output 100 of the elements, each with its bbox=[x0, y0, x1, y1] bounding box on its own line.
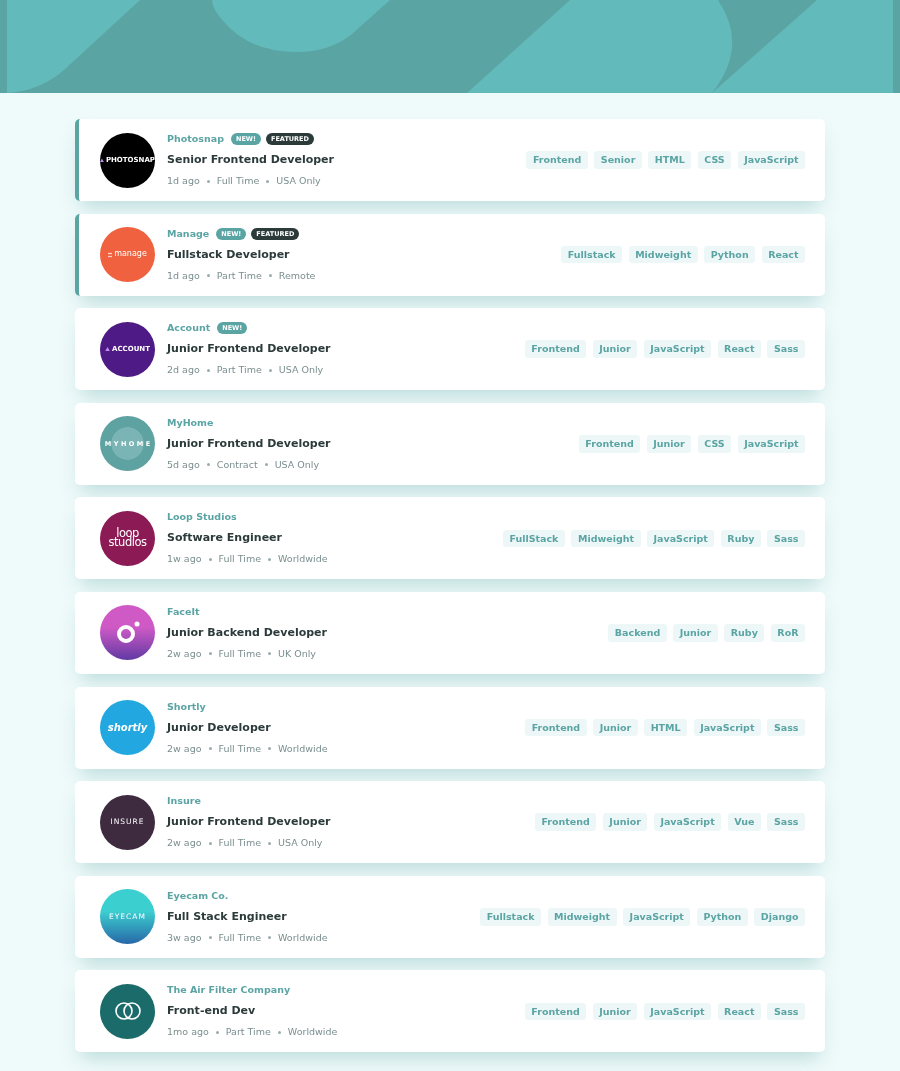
filter-tag[interactable]: Junior bbox=[592, 340, 638, 358]
filter-tag[interactable]: JavaScript bbox=[643, 340, 712, 358]
filter-tag[interactable]: Ruby bbox=[720, 529, 761, 548]
company-name: The Air Filter Company bbox=[167, 983, 291, 998]
job-title: Junior Frontend Developer bbox=[167, 435, 331, 452]
filter-tag[interactable]: Sass bbox=[767, 813, 805, 831]
ring-icon bbox=[115, 620, 140, 645]
filter-tag[interactable]: Junior bbox=[602, 813, 648, 831]
posted-time: 2w ago bbox=[167, 646, 202, 661]
job-location: Remote bbox=[278, 268, 316, 283]
filter-tag[interactable]: JavaScript bbox=[737, 151, 805, 169]
logo-wordmark: shortly bbox=[107, 722, 148, 733]
job-title: Software Engineer bbox=[167, 530, 283, 547]
contract-type: Full Time bbox=[218, 741, 261, 756]
filter-tag[interactable]: Python bbox=[696, 908, 748, 926]
filter-tag[interactable]: RoR bbox=[770, 624, 805, 642]
filter-tag[interactable]: Fullstack bbox=[480, 908, 541, 926]
job-location: Worldwide bbox=[278, 741, 328, 756]
filter-tag[interactable]: Frontend bbox=[525, 718, 587, 737]
company-name: Shortly bbox=[167, 699, 206, 714]
posted-time: 1w ago bbox=[167, 552, 202, 567]
job-location: USA Only bbox=[274, 457, 320, 472]
filter-tag[interactable]: Frontend bbox=[534, 813, 597, 831]
contract-type: Full Time bbox=[218, 836, 261, 851]
posted-time: 2d ago bbox=[167, 363, 200, 378]
job-location: Worldwide bbox=[287, 1025, 338, 1040]
filter-tag[interactable]: Frontend bbox=[524, 340, 587, 358]
contract-type: Part Time bbox=[225, 1025, 271, 1040]
company-name: Photosnap bbox=[167, 132, 224, 146]
filter-tag[interactable]: React bbox=[761, 245, 805, 264]
job-title: Junior Frontend Developer bbox=[167, 814, 331, 831]
filter-tag[interactable]: HTML bbox=[648, 151, 692, 169]
job-location: USA Only bbox=[276, 174, 321, 188]
filter-tag[interactable]: Sass bbox=[767, 1002, 805, 1021]
filter-tag[interactable]: Junior bbox=[593, 718, 638, 737]
filter-tag[interactable]: JavaScript bbox=[693, 718, 761, 737]
filter-tag[interactable]: Junior bbox=[673, 624, 718, 642]
filter-tag[interactable]: Senior bbox=[594, 151, 642, 169]
filter-tag[interactable]: Django bbox=[754, 908, 805, 926]
filter-tag[interactable]: JavaScript bbox=[737, 435, 805, 453]
filter-tag[interactable]: Backend bbox=[608, 624, 667, 642]
filter-tag[interactable]: Sass bbox=[767, 718, 805, 737]
job-location: Worldwide bbox=[278, 930, 328, 945]
dots-icon bbox=[108, 251, 113, 258]
job-location: USA Only bbox=[278, 836, 323, 851]
filter-tag[interactable]: Sass bbox=[767, 529, 805, 548]
contract-type: Part Time bbox=[216, 363, 262, 378]
job-title: Junior Developer bbox=[167, 719, 272, 736]
job-title: Senior Frontend Developer bbox=[167, 152, 334, 168]
company-name: Insure bbox=[167, 794, 201, 809]
job-title: Front-end Dev bbox=[167, 1003, 257, 1020]
filter-tag[interactable]: Midweight bbox=[571, 529, 641, 548]
filter-tag[interactable]: FullStack bbox=[502, 529, 565, 548]
contract-type: Part Time bbox=[216, 268, 262, 283]
filter-tag[interactable]: Junior bbox=[646, 435, 692, 453]
filter-tag[interactable]: Fullstack bbox=[561, 245, 623, 264]
filter-tag[interactable]: JavaScript bbox=[653, 813, 722, 831]
job-title: Full Stack Engineer bbox=[167, 908, 288, 925]
company-name: Manage bbox=[167, 226, 210, 241]
filter-tag[interactable]: JavaScript bbox=[643, 1002, 712, 1021]
filter-tag[interactable]: Frontend bbox=[526, 151, 588, 169]
contract-type: Full Time bbox=[216, 174, 260, 188]
posted-time: 1d ago bbox=[167, 174, 200, 188]
posted-time: 5d ago bbox=[167, 457, 200, 472]
posted-time: 3w ago bbox=[167, 930, 202, 945]
filter-tag[interactable]: Frontend bbox=[524, 1002, 587, 1021]
filter-tag[interactable]: JavaScript bbox=[647, 529, 715, 548]
filter-tag[interactable]: Midweight bbox=[628, 245, 698, 264]
company-name: FaceIt bbox=[167, 604, 200, 619]
posted-time: 1d ago bbox=[167, 268, 200, 283]
contract-type: Contract bbox=[216, 457, 258, 472]
filter-tag[interactable]: Frontend bbox=[578, 435, 641, 453]
job-title: Junior Frontend Developer bbox=[167, 341, 331, 358]
contract-type: Full Time bbox=[218, 552, 261, 567]
logo-wordmark: manage bbox=[114, 250, 147, 260]
filter-tag[interactable]: CSS bbox=[697, 435, 732, 453]
company-name: Eyecam Co. bbox=[167, 888, 229, 903]
filter-tag[interactable]: React bbox=[717, 1002, 761, 1021]
filter-tag[interactable]: JavaScript bbox=[623, 908, 691, 926]
filter-tag[interactable]: HTML bbox=[644, 718, 688, 737]
filter-tag[interactable]: Junior bbox=[592, 1002, 638, 1021]
filter-tag[interactable]: Vue bbox=[727, 813, 761, 831]
filter-tag[interactable]: React bbox=[717, 340, 761, 358]
contract-type: Full Time bbox=[218, 930, 261, 945]
filter-tag[interactable]: Sass bbox=[767, 340, 805, 358]
triangle-icon bbox=[100, 157, 104, 163]
filter-tag[interactable]: Ruby bbox=[724, 624, 765, 642]
company-name: Loop Studios bbox=[167, 510, 237, 525]
posted-time: 2w ago bbox=[167, 836, 202, 851]
company-name: MyHome bbox=[167, 415, 214, 430]
job-title: Fullstack Developer bbox=[167, 246, 291, 263]
linked-rings-icon bbox=[112, 1001, 143, 1022]
job-location: USA Only bbox=[278, 363, 324, 378]
job-location: UK Only bbox=[278, 646, 316, 661]
job-title: Junior Backend Developer bbox=[167, 624, 327, 641]
logo-wordmark: loop studios bbox=[107, 529, 148, 548]
posted-time: 2w ago bbox=[167, 741, 202, 756]
filter-tag[interactable]: Midweight bbox=[547, 908, 617, 926]
filter-tag[interactable]: CSS bbox=[697, 151, 732, 169]
filter-tag[interactable]: Python bbox=[704, 245, 756, 264]
